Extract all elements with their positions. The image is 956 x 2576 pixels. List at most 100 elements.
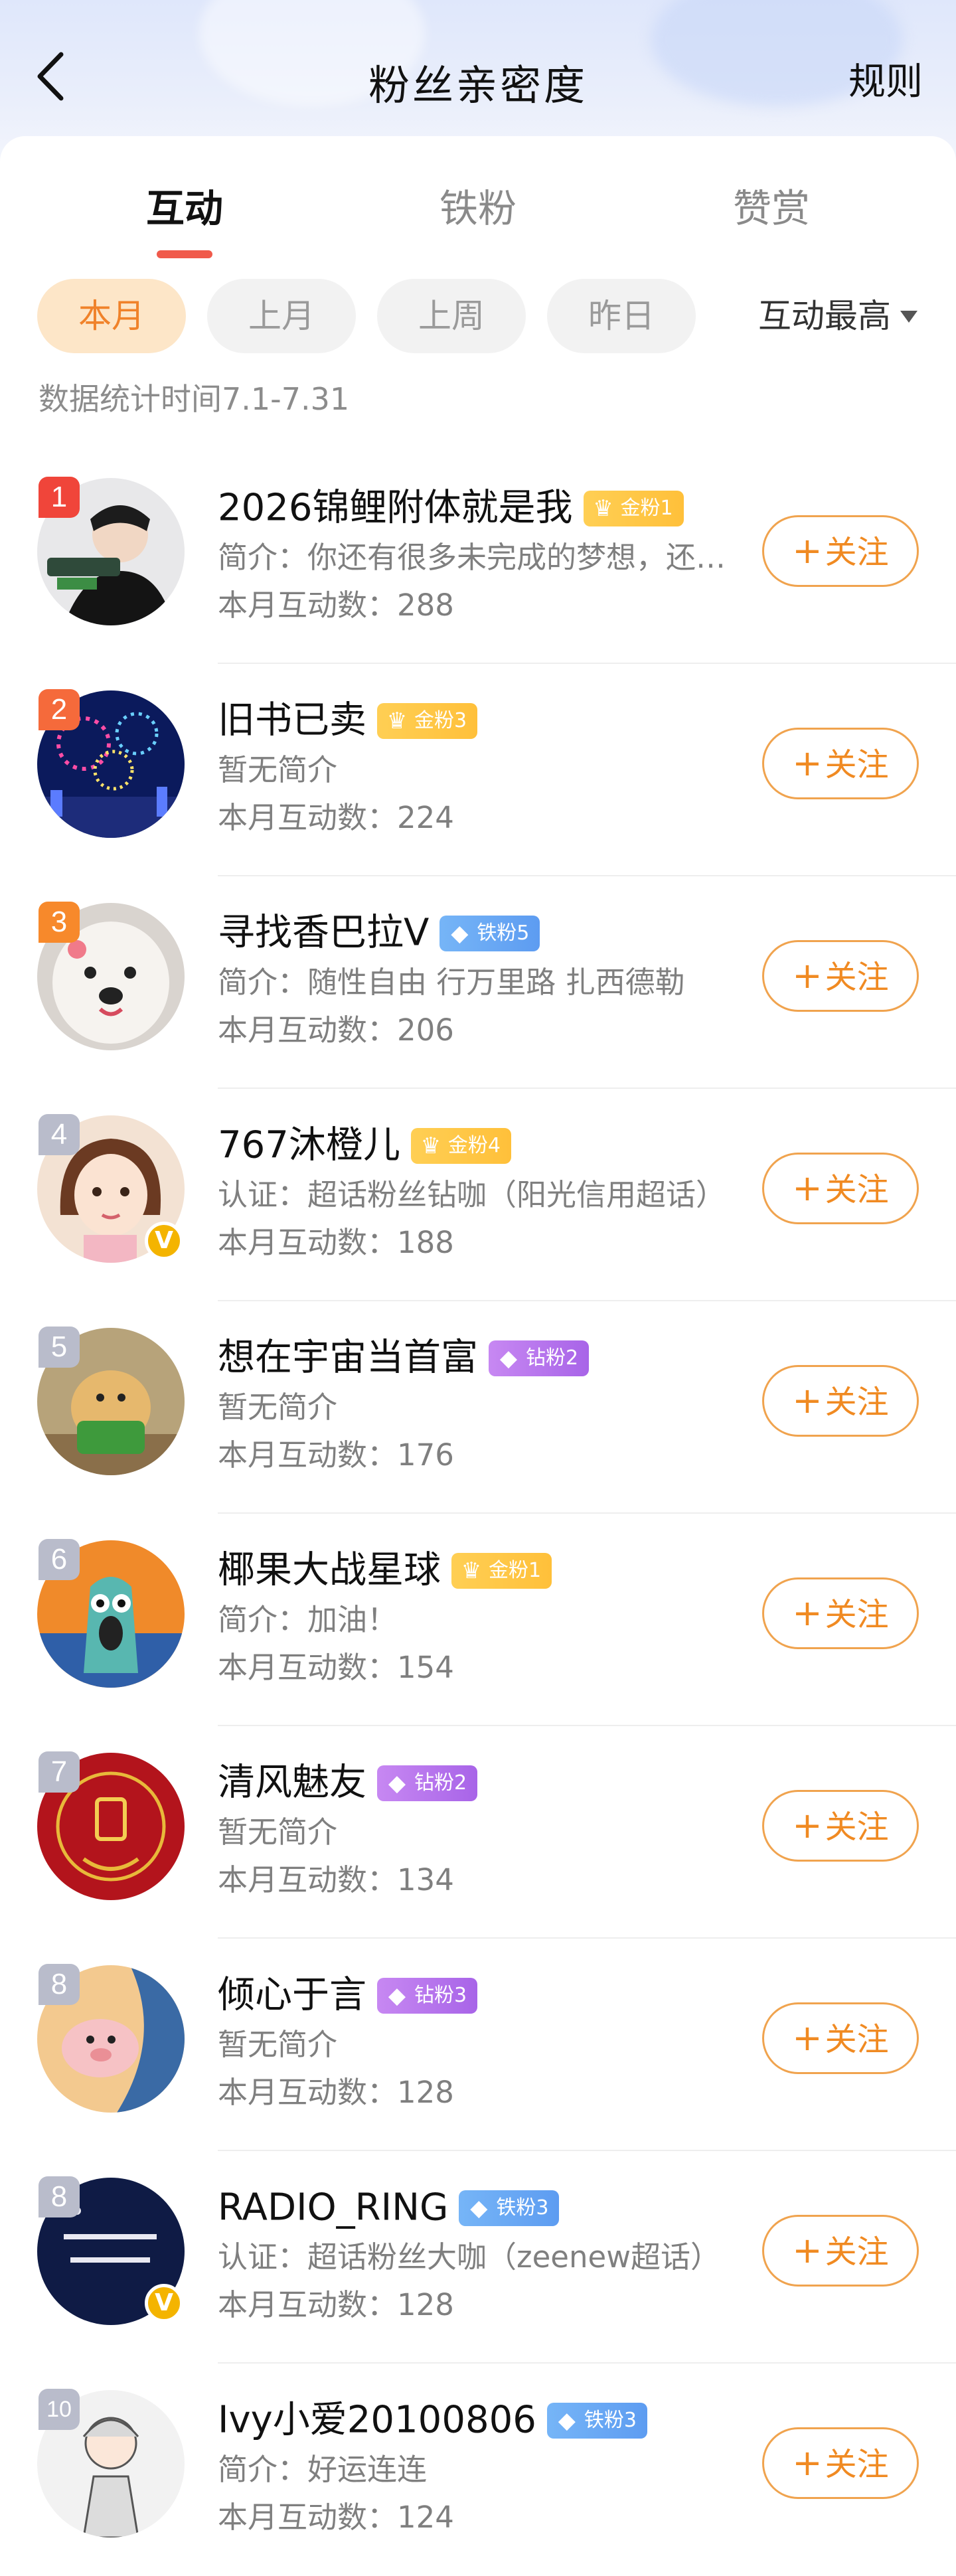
plus-icon: + bbox=[792, 2017, 823, 2059]
fan-level-badge: ◆ 钻粉2 bbox=[377, 1765, 478, 1801]
filter-last-month[interactable]: 上月 bbox=[207, 279, 356, 353]
caret-down-icon bbox=[900, 310, 917, 323]
interaction-count: 本月互动数：224 bbox=[218, 800, 454, 835]
verified-badge-icon: V bbox=[145, 1222, 183, 1260]
interaction-count: 本月互动数：128 bbox=[218, 2075, 454, 2110]
follow-label: 关注 bbox=[825, 1171, 889, 1208]
follow-label: 关注 bbox=[825, 1384, 889, 1421]
interaction-count: 本月互动数：134 bbox=[218, 1862, 454, 1897]
user-name[interactable]: Ivy小爱20100806 bbox=[218, 2399, 536, 2442]
tab-iron-fans[interactable]: 铁粉 bbox=[392, 177, 564, 233]
crown-icon: ♛ bbox=[386, 707, 408, 734]
follow-label: 关注 bbox=[825, 746, 889, 783]
plus-icon: + bbox=[792, 1805, 823, 1846]
user-name[interactable]: 767沐橙儿 bbox=[218, 1124, 400, 1167]
rank-badge: 2 bbox=[39, 689, 80, 730]
user-name[interactable]: 2026锦鲤附体就是我 bbox=[218, 487, 573, 530]
follow-button[interactable]: +关注 bbox=[762, 1577, 919, 1649]
list-item[interactable]: 2 旧书已卖 ♛ 金粉3 暂无简介 本月互动数：224 +关注 bbox=[0, 664, 956, 876]
list-item[interactable]: 8 V RADIO_RING ◆ 铁粉3 认证：超话粉丝大咖（zeenew超话） 本… bbox=[0, 2151, 956, 2364]
follow-button[interactable]: +关注 bbox=[762, 940, 919, 1012]
sort-dropdown[interactable]: 互动最高 bbox=[758, 279, 917, 353]
list-item[interactable]: 8 倾心于言 ◆ 钻粉3 暂无简介 本月互动数：128 +关注 bbox=[0, 1939, 956, 2151]
user-bio: 暂无简介 bbox=[218, 1390, 338, 1425]
interaction-count: 本月互动数：154 bbox=[218, 1650, 454, 1685]
user-name[interactable]: RADIO_RING bbox=[218, 2186, 448, 2229]
filter-last-week[interactable]: 上周 bbox=[377, 279, 526, 353]
user-bio: 暂无简介 bbox=[218, 752, 338, 787]
filter-yesterday[interactable]: 昨日 bbox=[547, 279, 696, 353]
badge-text: 铁粉3 bbox=[496, 2196, 549, 2219]
fan-level-badge: ♛ 金粉4 bbox=[410, 1127, 511, 1164]
follow-label: 关注 bbox=[825, 1809, 889, 1846]
user-bio: 认证：超话粉丝钻咖（阳光信用超话） bbox=[218, 1177, 726, 1212]
follow-button[interactable]: +关注 bbox=[762, 1790, 919, 1862]
badge-text: 钻粉3 bbox=[414, 1983, 467, 2007]
rank-badge: 5 bbox=[39, 1327, 80, 1368]
fan-level-badge: ♛ 金粉1 bbox=[583, 490, 684, 526]
user-name[interactable]: 旧书已卖 bbox=[218, 699, 366, 742]
list-item[interactable]: 4 V 767沐橙儿 ♛ 金粉4 认证：超话粉丝钻咖（阳光信用超话） 本月互动数：1… bbox=[0, 1089, 956, 1301]
fan-level-badge: ◆ 铁粉3 bbox=[459, 2190, 560, 2226]
list-item[interactable]: 5 想在宇宙当首富 ◆ 钻粉2 暂无简介 本月互动数：176 +关注 bbox=[0, 1301, 956, 1514]
fan-list: 1 2026锦鲤附体就是我 ♛ 金粉1 简介：你还有很多未完成的梦想，还有很多未实现… bbox=[0, 451, 956, 2576]
user-bio: 简介：好运连连 bbox=[218, 2452, 428, 2487]
page-title: 粉丝亲密度 bbox=[368, 61, 588, 110]
list-item[interactable]: 6 椰果大战星球 ♛ 金粉1 简介：加油！ 本月互动数：154 +关注 bbox=[0, 1514, 956, 1726]
fan-level-badge: ◆ 铁粉3 bbox=[546, 2402, 647, 2439]
plus-icon: + bbox=[792, 1380, 823, 1421]
follow-button[interactable]: +关注 bbox=[762, 2215, 919, 2287]
interaction-count: 本月互动数：288 bbox=[218, 588, 454, 623]
fan-level-badge: ♛ 金粉3 bbox=[377, 702, 478, 739]
fan-level-badge: ◆ 铁粉5 bbox=[439, 915, 540, 951]
follow-label: 关注 bbox=[825, 1596, 889, 1633]
user-bio: 简介：加油！ bbox=[218, 1602, 398, 1637]
user-bio: 认证：超话粉丝大咖（zeenew超话） bbox=[218, 2239, 721, 2275]
user-name[interactable]: 清风魅友 bbox=[218, 1761, 366, 1805]
follow-button[interactable]: +关注 bbox=[762, 1365, 919, 1437]
list-item[interactable]: 1 2026锦鲤附体就是我 ♛ 金粉1 简介：你还有很多未完成的梦想，还有很多未实现… bbox=[0, 451, 956, 664]
tab-rewards[interactable]: 赞赏 bbox=[685, 177, 858, 233]
period-filter-bar: 本月 上月 上周 昨日 互动最高 bbox=[0, 279, 956, 353]
badge-text: 金粉4 bbox=[447, 1133, 501, 1157]
user-name[interactable]: 倾心于言 bbox=[218, 1974, 366, 2017]
interaction-count: 本月互动数：188 bbox=[218, 1225, 454, 1260]
follow-button[interactable]: +关注 bbox=[762, 2427, 919, 2499]
interaction-count: 本月互动数：128 bbox=[218, 2287, 454, 2322]
badge-text: 钻粉2 bbox=[526, 1346, 579, 1370]
user-bio: 简介：随性自由 行万里路 扎西德勒 bbox=[218, 965, 685, 1000]
tab-label: 赞赏 bbox=[732, 186, 810, 231]
crown-icon: ♛ bbox=[461, 1557, 482, 1584]
follow-button[interactable]: +关注 bbox=[762, 515, 919, 587]
fan-level-badge: ◆ 钻粉3 bbox=[377, 1977, 478, 2014]
rank-badge: 6 bbox=[39, 1539, 80, 1580]
follow-label: 关注 bbox=[825, 959, 889, 996]
rank-badge: 8 bbox=[39, 1964, 80, 2005]
badge-text: 钻粉2 bbox=[414, 1771, 467, 1795]
plus-icon: + bbox=[792, 2229, 823, 2271]
filter-this-month[interactable]: 本月 bbox=[37, 279, 186, 353]
user-name[interactable]: 寻找香巴拉V bbox=[218, 912, 429, 955]
follow-button[interactable]: +关注 bbox=[762, 2002, 919, 2074]
verified-badge-icon: V bbox=[145, 2284, 183, 2322]
follow-label: 关注 bbox=[825, 2233, 889, 2271]
follow-button[interactable]: +关注 bbox=[762, 1153, 919, 1224]
user-name[interactable]: 椰果大战星球 bbox=[218, 1549, 441, 1592]
plus-icon: + bbox=[792, 530, 823, 572]
list-item[interactable]: 7 清风魅友 ◆ 钻粉2 暂无简介 本月互动数：134 +关注 bbox=[0, 1726, 956, 1939]
tab-bar: 互动 铁粉 赞赏 bbox=[0, 169, 956, 258]
follow-label: 关注 bbox=[825, 534, 889, 571]
rank-badge: 1 bbox=[39, 477, 80, 518]
list-item[interactable]: 3 寻找香巴拉V ◆ 铁粉5 简介：随性自由 行万里路 扎西德勒 本月互动数：206… bbox=[0, 876, 956, 1089]
plus-icon: + bbox=[792, 1592, 823, 1634]
follow-button[interactable]: +关注 bbox=[762, 728, 919, 799]
diamond-icon: ◆ bbox=[558, 2407, 576, 2434]
tab-interaction[interactable]: 互动 bbox=[98, 177, 271, 258]
rules-link[interactable]: 规则 bbox=[848, 52, 923, 106]
rank-badge: 4 bbox=[39, 1114, 80, 1155]
rank-badge: 7 bbox=[39, 1751, 80, 1793]
list-item[interactable]: 10 Ivy小爱20100806 ◆ 铁粉3 简介：好运连连 本月互动数：124 +… bbox=[0, 2364, 956, 2576]
user-name[interactable]: 想在宇宙当首富 bbox=[218, 1336, 478, 1380]
fan-level-badge: ♛ 金粉1 bbox=[451, 1552, 552, 1589]
badge-text: 铁粉5 bbox=[477, 921, 530, 945]
